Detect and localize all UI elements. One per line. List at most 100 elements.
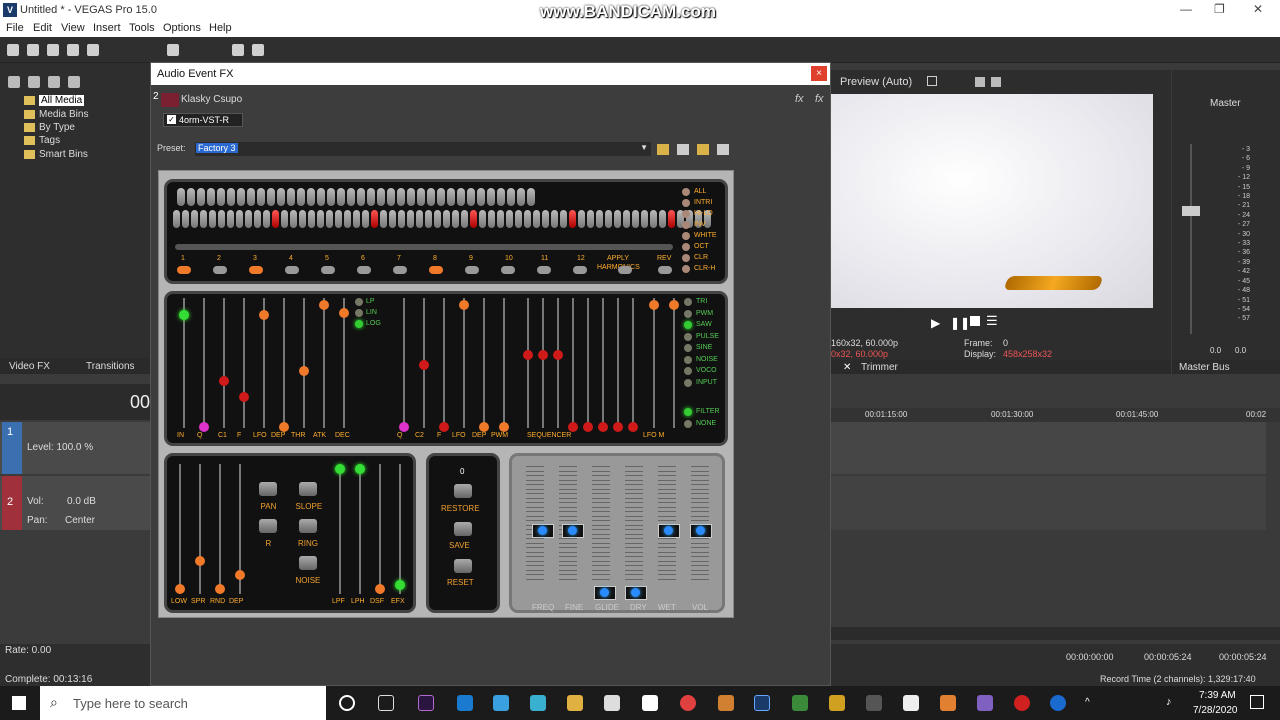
track-2-pan-value[interactable]: Center [65, 515, 95, 526]
menu-tools[interactable]: Tools [129, 22, 155, 34]
harmonic-key[interactable] [641, 210, 648, 228]
harmonic-key[interactable] [488, 210, 495, 228]
close-preview-icon[interactable]: ✕ [843, 362, 851, 373]
harmonic-key[interactable] [335, 210, 342, 228]
cortana-icon[interactable] [339, 695, 355, 711]
harmonic-key[interactable] [398, 210, 405, 228]
pause-icon[interactable]: ❚❚ [950, 316, 970, 330]
save-memory-button[interactable] [454, 522, 472, 536]
harmonic-key[interactable] [425, 210, 432, 228]
new-file-icon[interactable] [7, 44, 19, 56]
harmonic-key[interactable] [650, 210, 657, 228]
app-icon[interactable] [718, 695, 734, 711]
slider-knob[interactable] [235, 570, 245, 580]
waveform-lamp[interactable] [684, 378, 692, 387]
tree-smart-bins[interactable]: Smart Bins [24, 149, 88, 160]
notification-icon[interactable] [1250, 695, 1264, 709]
harmonic-key[interactable] [659, 210, 666, 228]
harmonic-key[interactable] [527, 188, 535, 206]
tree-media-bins[interactable]: Media Bins [24, 109, 88, 120]
filter-mode-lamp[interactable] [355, 309, 363, 317]
harmonic-toggle[interactable] [429, 266, 443, 274]
slider-knob[interactable] [395, 580, 405, 590]
copy-frame-icon[interactable] [975, 77, 985, 87]
harmonic-key[interactable] [407, 210, 414, 228]
import-preset-icon[interactable] [697, 144, 709, 155]
menu-options[interactable]: Options [163, 22, 201, 34]
harmonic-key[interactable] [551, 210, 558, 228]
import-media-icon[interactable] [8, 76, 20, 88]
waveform-lamp[interactable] [684, 332, 692, 341]
harmonic-key[interactable] [387, 188, 395, 206]
harmonic-key[interactable] [347, 188, 355, 206]
harmonic-key[interactable] [272, 210, 279, 228]
stop-icon[interactable] [970, 316, 980, 326]
filter-option-lamp[interactable] [684, 408, 692, 416]
harmonic-key[interactable] [362, 210, 369, 228]
waveform-lamp[interactable] [684, 355, 692, 364]
option-lamp[interactable] [682, 199, 690, 207]
option-lamp[interactable] [682, 188, 690, 196]
save-icon[interactable] [47, 44, 59, 56]
harmonic-key[interactable] [281, 210, 288, 228]
app-icon[interactable] [940, 695, 956, 711]
harmonic-key[interactable] [207, 188, 215, 206]
open-preset-icon[interactable] [657, 144, 669, 155]
harmonic-toggle[interactable] [249, 266, 263, 274]
snap-icon[interactable] [232, 44, 244, 56]
harmonic-key[interactable] [317, 210, 324, 228]
harmonic-key[interactable] [209, 210, 216, 228]
option-lamp[interactable] [682, 243, 690, 251]
harmonic-key[interactable] [497, 210, 504, 228]
slider-knob[interactable] [339, 308, 349, 318]
harmonic-key[interactable] [227, 210, 234, 228]
harmonic-key[interactable] [437, 188, 445, 206]
menu-edit[interactable]: Edit [33, 22, 52, 34]
harmonic-key[interactable] [227, 188, 235, 206]
app-icon[interactable] [792, 695, 808, 711]
harmonic-key[interactable] [497, 188, 505, 206]
harmonic-key[interactable] [237, 188, 245, 206]
harmonic-key[interactable] [507, 188, 515, 206]
harmonic-key[interactable] [578, 210, 585, 228]
slider-knob[interactable] [479, 422, 489, 432]
windows-start-icon[interactable] [12, 696, 26, 710]
harmonic-toggle[interactable] [537, 266, 551, 274]
harmonic-toggle[interactable] [213, 266, 227, 274]
toggle-button[interactable] [259, 482, 277, 496]
tree-all-media[interactable]: All Media [24, 95, 85, 106]
taskbar-search[interactable]: ⌕ Type here to search [40, 686, 326, 720]
reset-button[interactable] [454, 559, 472, 573]
close-window-icon[interactable]: ✕ [1253, 2, 1263, 16]
app-icon[interactable] [866, 695, 882, 711]
harmonic-key[interactable] [187, 188, 195, 206]
harmonic-key[interactable] [277, 188, 285, 206]
harmonic-key[interactable] [389, 210, 396, 228]
harmonic-toggle[interactable] [393, 266, 407, 274]
chrome-icon[interactable] [680, 695, 696, 711]
toggle-button[interactable] [299, 482, 317, 496]
task-view-icon[interactable] [378, 695, 394, 711]
menu-icon[interactable]: ☰ [986, 313, 998, 329]
vegas-taskbar-icon[interactable] [754, 695, 770, 711]
plugin-settings-icon[interactable] [717, 144, 729, 155]
slider-knob[interactable] [583, 422, 593, 432]
harmonic-key[interactable] [380, 210, 387, 228]
harmonic-key[interactable] [245, 210, 252, 228]
app-icon[interactable] [829, 695, 845, 711]
harmonic-key[interactable] [569, 210, 576, 228]
help-taskbar-icon[interactable] [1050, 695, 1066, 711]
option-lamp[interactable] [682, 265, 690, 273]
track-1-level[interactable]: Level: 100.0 % [27, 442, 93, 453]
harmonic-key[interactable] [517, 188, 525, 206]
clock-date[interactable]: 7/28/2020 [1193, 705, 1238, 716]
harmonic-slider[interactable] [175, 244, 673, 250]
slider-knob[interactable] [319, 300, 329, 310]
edge-icon[interactable] [457, 695, 473, 711]
plugin-chooser-icon[interactable]: fx [815, 93, 824, 105]
harmonic-key[interactable] [417, 188, 425, 206]
slider-knob[interactable] [399, 422, 409, 432]
harmonic-key[interactable] [344, 210, 351, 228]
track-1-lane[interactable] [831, 422, 1266, 474]
filter-mode-lamp[interactable] [355, 298, 363, 306]
